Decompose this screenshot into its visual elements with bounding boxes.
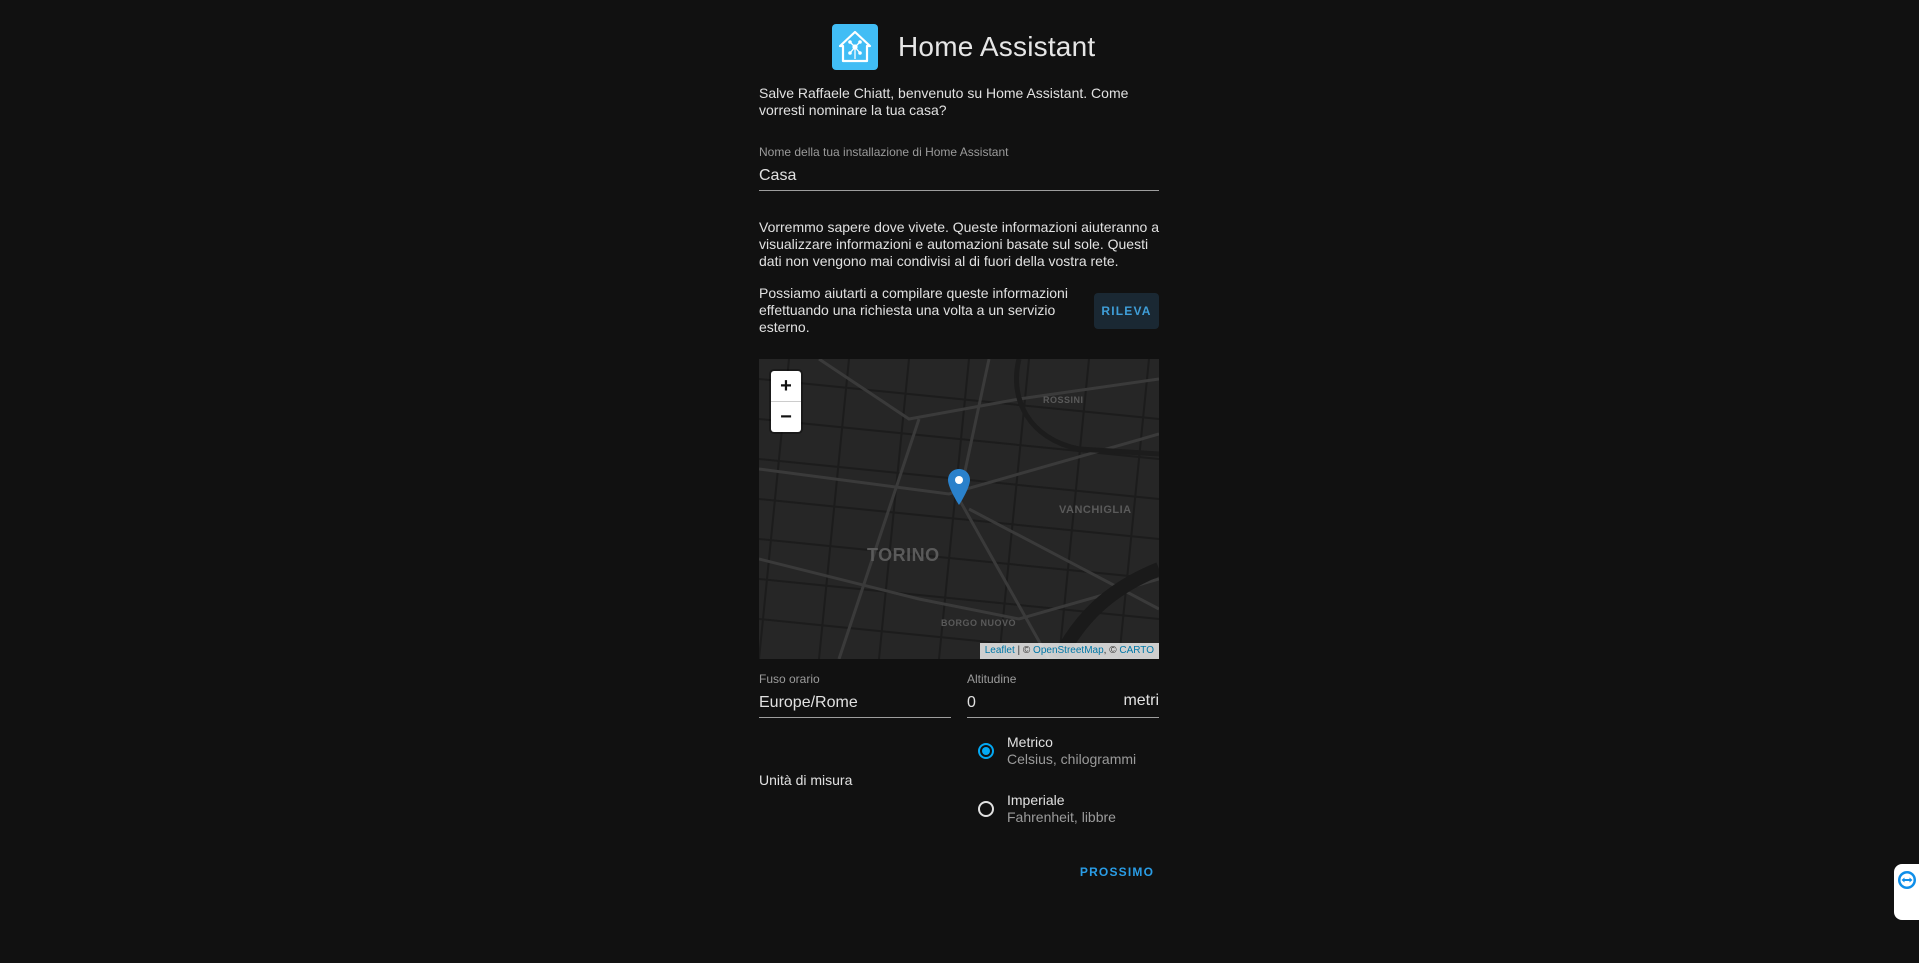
timezone-input[interactable] xyxy=(759,692,953,717)
teamviewer-icon xyxy=(1897,871,1916,889)
zoom-control: + − xyxy=(771,371,801,432)
home-name-input[interactable] xyxy=(759,165,1161,190)
radio-metric-subtitle: Celsius, chilogrammi xyxy=(1007,751,1137,767)
radio-imperial-subtitle: Fahrenheit, libbre xyxy=(1007,809,1116,825)
location-map[interactable]: TORINO VANCHIGLIA ROSSINI BORGO NUOVO + … xyxy=(759,359,1159,659)
app-title: Home Assistant xyxy=(898,31,1096,62)
location-info-text: Vorremmo sapere dove vivete. Queste info… xyxy=(759,219,1159,269)
map-label-vanchiglia: VANCHIGLIA xyxy=(1059,504,1132,516)
welcome-text: Salve Raffaele Chiatt, benvenuto su Home… xyxy=(759,85,1129,118)
timezone-field[interactable]: Fuso orario xyxy=(759,672,953,718)
elevation-label: Altitudine xyxy=(967,672,1017,686)
attribution-separator-2: , © xyxy=(1103,645,1120,656)
elevation-input[interactable] xyxy=(967,692,1119,717)
home-assistant-logo-icon xyxy=(832,24,878,70)
carto-link[interactable]: CARTO xyxy=(1119,645,1154,656)
map-label-borgo-nuovo: BORGO NUOVO xyxy=(941,618,1017,628)
header: Home Assistant xyxy=(832,24,1095,70)
leaflet-link[interactable]: Leaflet xyxy=(985,645,1015,656)
openstreetmap-link[interactable]: OpenStreetMap xyxy=(1033,645,1104,656)
radio-imperial[interactable] xyxy=(978,801,994,817)
teamviewer-widget[interactable] xyxy=(1894,864,1919,920)
unit-option-imperial[interactable]: Imperiale Fahrenheit, libbre xyxy=(978,792,1116,826)
timezone-label: Fuso orario xyxy=(759,672,820,686)
radio-metric[interactable] xyxy=(978,743,994,759)
unit-system-label: Unità di misura xyxy=(759,772,853,788)
elevation-suffix: metri xyxy=(1123,692,1159,709)
zoom-in-button[interactable]: + xyxy=(771,371,801,401)
map-label-city: TORINO xyxy=(867,545,940,565)
onboarding-page: Home Assistant Salve Raffaele Chiatt, be… xyxy=(0,0,1919,963)
unit-option-metric[interactable]: Metrico Celsius, chilogrammi xyxy=(978,734,1136,768)
radio-imperial-title: Imperiale xyxy=(1007,792,1065,808)
map-label-rossini: ROSSINI xyxy=(1043,395,1084,405)
home-name-field[interactable]: Nome della tua installazione di Home Ass… xyxy=(759,145,1161,191)
attribution-separator-1: | © xyxy=(1014,645,1034,656)
radio-metric-text: Metrico Celsius, chilogrammi xyxy=(1007,734,1136,768)
radio-metric-title: Metrico xyxy=(1007,734,1053,750)
radio-selected-dot xyxy=(982,747,990,755)
home-name-label: Nome della tua installazione di Home Ass… xyxy=(759,145,1009,159)
elevation-field[interactable]: Altitudine metri xyxy=(967,672,1159,718)
map-marker-icon[interactable] xyxy=(947,468,971,506)
zoom-out-button[interactable]: − xyxy=(771,401,801,432)
detect-button[interactable]: RILEVA xyxy=(1094,293,1159,329)
radio-imperial-text: Imperiale Fahrenheit, libbre xyxy=(1007,792,1116,826)
next-button[interactable]: PROSSIMO xyxy=(1075,858,1159,886)
map-attribution: Leaflet | © OpenStreetMap, © CARTO xyxy=(979,643,1159,659)
detect-info-text: Possiamo aiutarti a compilare queste inf… xyxy=(759,285,1068,335)
